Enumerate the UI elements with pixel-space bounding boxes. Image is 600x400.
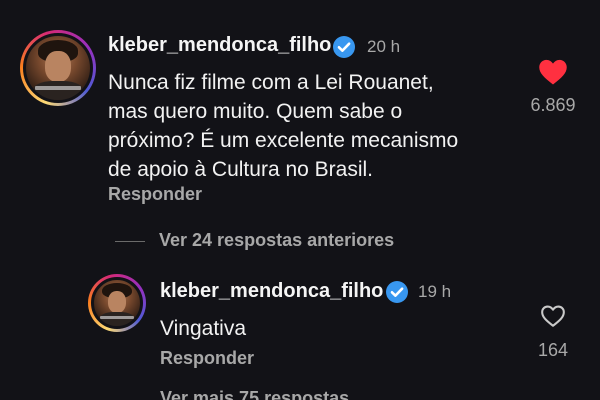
view-more-label: Ver mais 75 respostas	[160, 388, 350, 400]
like-count: 6.869	[530, 95, 576, 115]
view-more-replies[interactable]: Ver mais 75 respostas	[160, 388, 349, 400]
view-previous-replies[interactable]: Ver 24 respostas anteriores	[115, 230, 394, 251]
comment-text: Nunca fiz filme com a Lei Rouanet, mas q…	[108, 71, 459, 181]
avatar[interactable]	[88, 274, 146, 332]
like-count: 164	[537, 340, 569, 360]
profile-photo	[91, 277, 143, 329]
reply-text: Vingativa	[160, 317, 247, 340]
reply-username[interactable]: kleber_mendonca_filho	[160, 280, 383, 303]
comment-timestamp: 20 h	[367, 37, 401, 56]
comments-screen: kleber_mendonca_filho 20 h Nunca fiz fil…	[0, 0, 600, 400]
view-previous-label: Ver 24 respostas anteriores	[159, 230, 395, 250]
heart-outline-icon[interactable]	[540, 304, 566, 328]
divider-line	[115, 240, 145, 242]
profile-photo	[23, 33, 93, 103]
reply-button[interactable]: Responder	[108, 184, 202, 205]
reply-button[interactable]: Responder	[160, 348, 254, 369]
reply-timestamp: 19 h	[418, 282, 452, 301]
verified-icon	[386, 281, 408, 303]
verified-icon	[333, 36, 355, 58]
comment-username[interactable]: kleber_mendonca_filho	[108, 34, 331, 57]
heart-filled-icon[interactable]	[538, 58, 568, 86]
avatar[interactable]	[20, 30, 96, 106]
